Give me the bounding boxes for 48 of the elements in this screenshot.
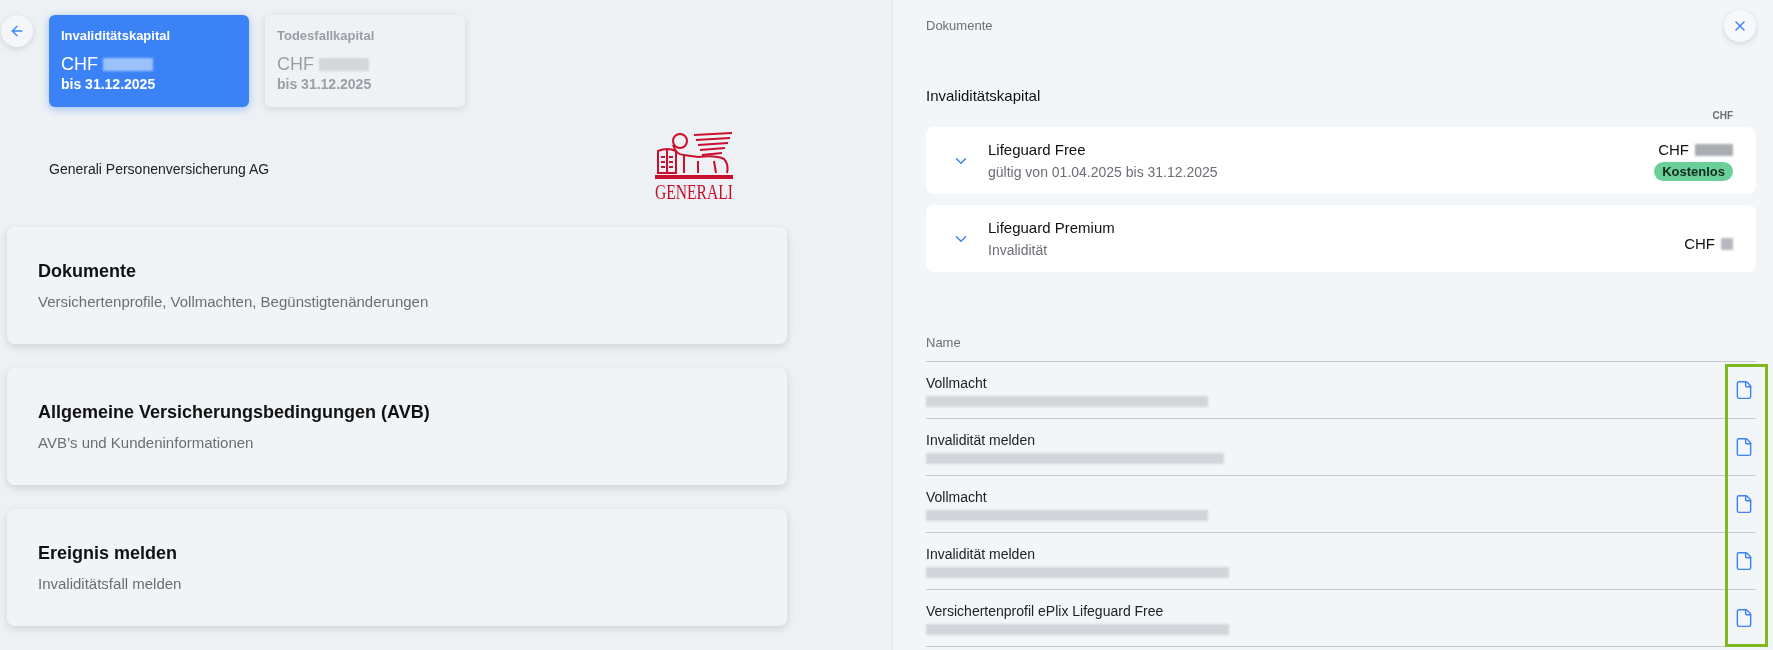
blurred-amount bbox=[103, 57, 153, 71]
close-button[interactable] bbox=[1724, 10, 1756, 42]
section-title: Allgemeine Versicherungsbedingungen (AVB) bbox=[38, 401, 430, 424]
product-card[interactable]: Lifeguard Premium Invalidität CHF bbox=[926, 205, 1756, 272]
section-subtitle: Invaliditätsfall melden bbox=[38, 574, 182, 594]
document-name: Invalidität melden bbox=[926, 430, 1035, 449]
column-header: Name bbox=[926, 335, 961, 351]
tab-label: Invaliditätskapital bbox=[61, 27, 171, 45]
product-detail: Invalidität bbox=[988, 241, 1048, 259]
file-icon[interactable] bbox=[1734, 380, 1754, 400]
tab-label: Todesfallkapital bbox=[277, 27, 375, 45]
blurred-amount bbox=[1695, 143, 1733, 156]
tab-valid-until: bis 31.12.2025 bbox=[277, 75, 372, 93]
product-name: Lifeguard Premium bbox=[988, 218, 1115, 238]
product-card[interactable]: Lifeguard Free gültig von 01.04.2025 bis 31.12.2025 CHF Kostenlos bbox=[926, 127, 1756, 194]
product-name: Lifeguard Free bbox=[988, 140, 1086, 160]
file-icon[interactable] bbox=[1734, 437, 1754, 457]
file-icon[interactable] bbox=[1734, 608, 1754, 628]
blurred-amount bbox=[319, 57, 369, 71]
product-detail: gültig von 01.04.2025 bis 31.12.2025 bbox=[988, 163, 1218, 181]
blurred-amount bbox=[1721, 237, 1733, 250]
group-title: Invaliditätskapital bbox=[926, 87, 1041, 105]
file-icon[interactable] bbox=[1734, 494, 1754, 514]
tab-valid-until: bis 31.12.2025 bbox=[61, 75, 156, 93]
amount-column-label: CHF bbox=[1712, 110, 1733, 122]
section-card[interactable]: Dokumente Versichertenprofile, Vollmachten, Begünstigtenänderungen bbox=[7, 227, 787, 344]
document-name: Invalidität melden bbox=[926, 544, 1035, 563]
tab-currency: CHF bbox=[61, 54, 98, 74]
section-card[interactable]: Ereignis melden Invaliditätsfall melden bbox=[7, 509, 787, 626]
section-title: Dokumente bbox=[38, 260, 136, 283]
panel-title: Dokumente bbox=[926, 17, 993, 36]
document-name: Vollmacht bbox=[926, 373, 987, 392]
section-card[interactable]: Allgemeine Versicherungsbedingungen (AVB) AVB’s und Kundeninformationen bbox=[7, 368, 787, 485]
logo-wordmark: GENERALI bbox=[655, 181, 755, 203]
section-subtitle: AVB’s und Kundeninformationen bbox=[38, 433, 254, 453]
document-name: Vollmacht bbox=[926, 487, 987, 506]
product-currency: CHF bbox=[1684, 234, 1715, 253]
file-icon[interactable] bbox=[1734, 551, 1754, 571]
insurer-name: Generali Personenversicherung AG bbox=[49, 159, 270, 179]
section-title: Ereignis melden bbox=[38, 542, 178, 565]
capital-tab[interactable]: Invaliditätskapital CHF bis 31.12.2025 bbox=[49, 15, 249, 107]
tab-currency: CHF bbox=[277, 54, 314, 74]
document-name: Versichertenprofil ePlix Lifeguard Free bbox=[926, 601, 1164, 620]
section-subtitle: Versichertenprofile, Vollmachten, Begünstigtenänderungen bbox=[38, 292, 429, 312]
back-button[interactable] bbox=[1, 15, 33, 47]
winged-lion-icon bbox=[654, 131, 734, 181]
product-currency: CHF bbox=[1658, 140, 1689, 159]
price-badge: Kostenlos bbox=[1654, 161, 1733, 181]
